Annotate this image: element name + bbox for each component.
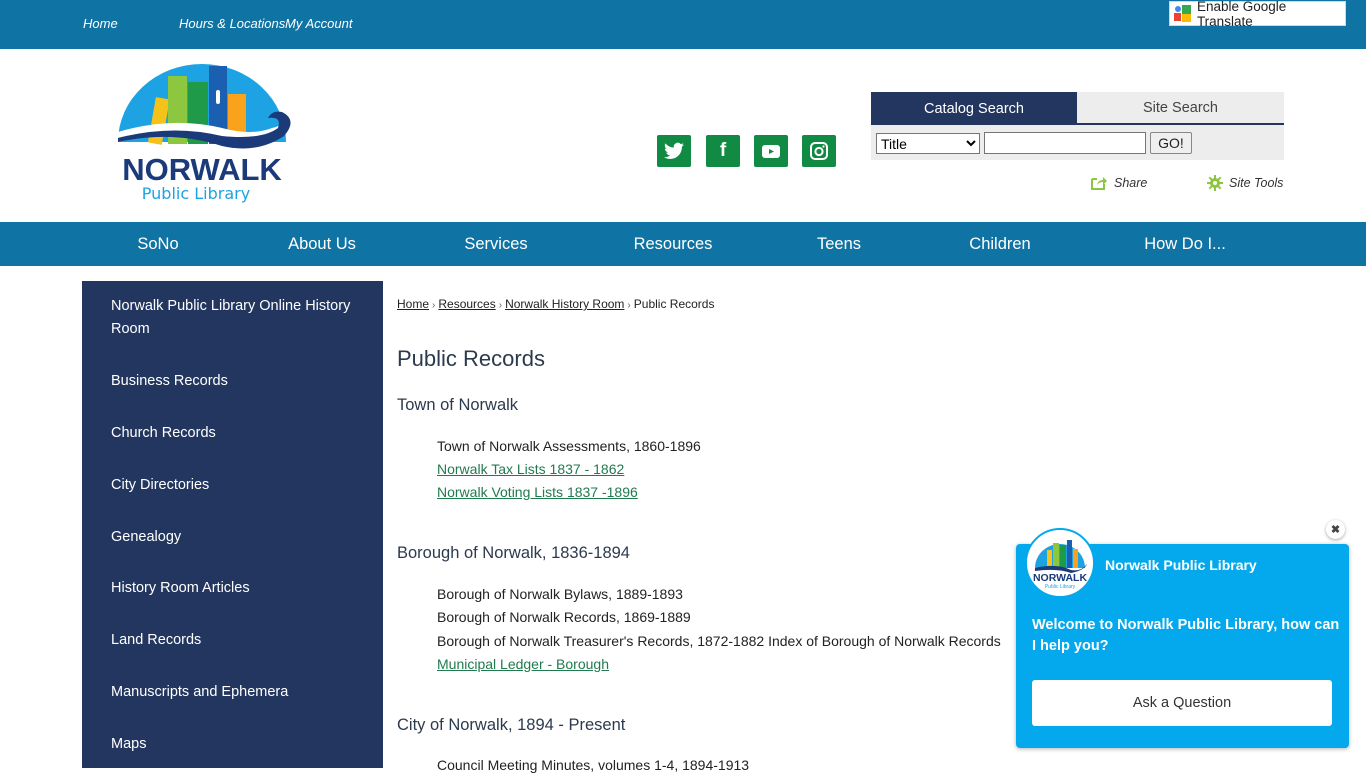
record-link-municipal-ledger[interactable]: Municipal Ledger - Borough — [437, 656, 609, 672]
sidebar-item-city-directories[interactable]: City Directories — [111, 474, 366, 497]
instagram-button[interactable] — [802, 135, 836, 167]
nav-item-teens[interactable]: Teens — [817, 235, 861, 254]
share-button[interactable]: Share — [1091, 175, 1147, 190]
ask-question-button[interactable]: Ask a Question — [1032, 680, 1332, 726]
catalog-search-input[interactable] — [984, 132, 1146, 154]
gear-icon — [1207, 175, 1223, 191]
library-logo-avatar-icon: NORWALK Public Library — [1027, 530, 1093, 596]
svg-text:Public Library: Public Library — [1045, 584, 1076, 590]
facebook-icon: f — [719, 140, 727, 161]
sidebar-item-maps[interactable]: Maps — [111, 733, 366, 756]
logo-wordmark: NORWALK — [122, 152, 282, 187]
tab-catalog-search[interactable]: Catalog Search — [871, 92, 1077, 125]
main-nav: SoNo About Us Services Resources Teens C… — [0, 222, 1366, 266]
twitter-icon — [664, 142, 684, 159]
share-icon — [1091, 177, 1107, 190]
search-field-select[interactable]: Title — [876, 133, 980, 154]
utility-bar: Home Hours & Locations My Account Enable… — [0, 0, 1366, 49]
breadcrumb-current: Public Records — [633, 297, 715, 311]
breadcrumb-separator: › — [432, 300, 436, 311]
sidebar-item-history-room-articles[interactable]: History Room Articles — [111, 577, 366, 600]
record-item: Borough of Norwalk Records, 1869-1889 — [437, 609, 691, 625]
nav-item-about-us[interactable]: About Us — [288, 235, 356, 254]
google-translate-label: Enable Google Translate — [1196, 0, 1287, 29]
breadcrumb-separator: › — [498, 300, 503, 311]
nav-item-resources[interactable]: Resources — [634, 235, 713, 254]
logo-subtitle: Public Library — [142, 184, 250, 203]
site-tools-label: Site Tools — [1229, 176, 1284, 190]
chat-org-name: Norwalk Public Library — [1105, 557, 1257, 573]
section-title-borough: Borough of Norwalk, 1836-1894 — [397, 544, 630, 562]
breadcrumb: Home › Resources › Norwalk History Room › Publ… — [397, 297, 714, 311]
sidebar-item-land-records[interactable]: Land Records — [111, 629, 366, 652]
page-title: Public Records — [397, 346, 545, 371]
nav-item-how-do-i[interactable]: How Do I... — [1144, 235, 1226, 254]
sidebar-item-online-history-room[interactable]: Norwalk Public Library Online History Ro… — [111, 295, 366, 341]
breadcrumb-norwalk-history-room[interactable]: Norwalk History Room — [505, 297, 624, 311]
record-link-tax-lists[interactable]: Norwalk Tax Lists 1837 - 1862 — [437, 461, 624, 477]
record-link-voting-lists[interactable]: Norwalk Voting Lists 1837 -1896 — [437, 484, 638, 500]
chat-welcome-message: Welcome to Norwalk Public Library, how c… — [1032, 617, 1340, 654]
breadcrumb-separator: › — [627, 300, 631, 311]
chat-avatar: NORWALK Public Library — [1025, 528, 1095, 598]
google-translate-button[interactable]: Enable Google Translate — [1169, 0, 1346, 29]
facebook-button[interactable]: f — [706, 135, 740, 167]
sidebar-item-manuscripts-ephemera[interactable]: Manuscripts and Ephemera — [111, 681, 366, 704]
youtube-icon — [762, 144, 780, 158]
sidebar-item-genealogy[interactable]: Genealogy — [111, 526, 366, 549]
library-logo-graphic: NORWALK Public Library — [118, 64, 291, 203]
breadcrumb-resources[interactable]: Resources — [438, 297, 495, 311]
utility-link-home[interactable]: Home — [83, 16, 118, 31]
utility-link-my-account[interactable]: My Account — [285, 16, 352, 31]
close-icon: ✖ — [1330, 524, 1341, 536]
section-title-city: City of Norwalk, 1894 - Present — [397, 716, 626, 734]
sidebar-nav: Norwalk Public Library Online History Ro… — [82, 281, 383, 768]
google-translate-icon — [1174, 5, 1191, 22]
nav-item-services[interactable]: Services — [464, 235, 527, 254]
record-item: Council Meeting Minutes, volumes 1-4, 18… — [437, 757, 750, 773]
site-logo[interactable]: NORWALK Public Library — [112, 60, 292, 208]
sidebar-item-church-records[interactable]: Church Records — [111, 422, 366, 445]
chat-close-button[interactable]: ✖ — [1326, 520, 1345, 539]
youtube-button[interactable] — [754, 135, 788, 167]
record-item: Borough of Norwalk Bylaws, 1889-1893 — [437, 586, 683, 602]
go-button[interactable]: GO! — [1150, 132, 1192, 154]
svg-text:NORWALK: NORWALK — [1033, 572, 1087, 584]
sidebar-item-business-records[interactable]: Business Records — [111, 370, 366, 393]
utility-link-hours-locations[interactable]: Hours & Locations — [179, 16, 285, 31]
nav-item-sono[interactable]: SoNo — [137, 235, 178, 254]
site-tools-button[interactable]: Site Tools — [1207, 175, 1283, 191]
section-title-town: Town of Norwalk — [397, 396, 519, 414]
share-label: Share — [1114, 175, 1148, 190]
nav-item-children[interactable]: Children — [969, 235, 1030, 254]
twitter-button[interactable] — [657, 135, 691, 167]
search-panel: Catalog Search Site Search Title GO! — [871, 92, 1284, 160]
instagram-icon — [810, 142, 828, 160]
record-item: Town of Norwalk Assessments, 1860-1896 — [437, 438, 701, 454]
tab-site-search[interactable]: Site Search — [1077, 92, 1284, 125]
breadcrumb-home[interactable]: Home — [397, 297, 429, 311]
record-item: Borough of Norwalk Treasurer's Records, … — [437, 633, 1001, 649]
